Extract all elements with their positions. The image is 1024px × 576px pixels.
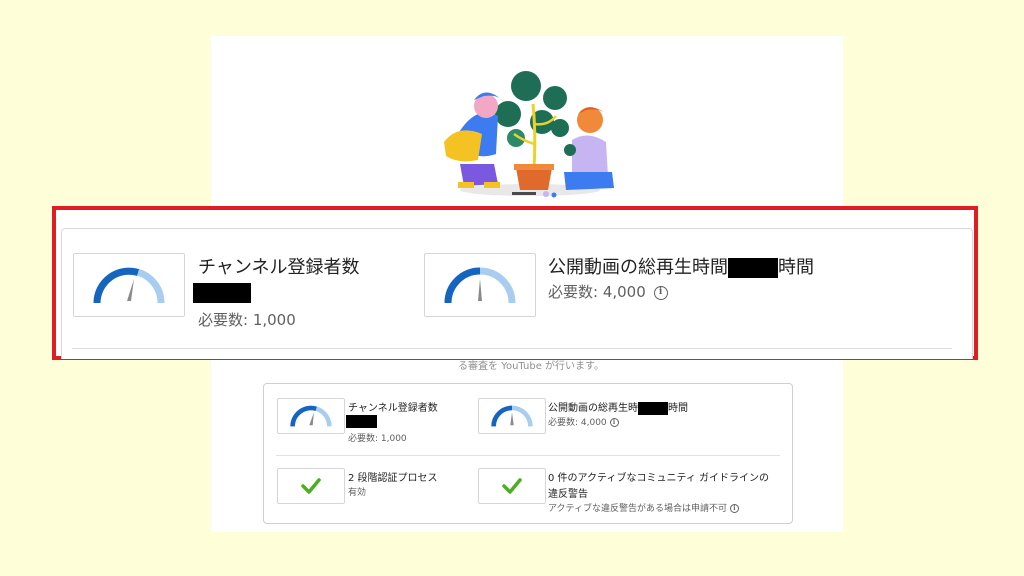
watch-hours-title-small: 公開動画の総再生時 時間 [548,399,688,415]
watch-hours-required: 必要数: 4,000 i [548,281,668,302]
subscribers-title: チャンネル登録者数 [198,257,360,278]
watch-hours-title-prefix: 公開動画の総再生時間 [548,257,728,278]
redacted-watch-hours [728,258,778,278]
info-icon[interactable]: i [653,285,668,300]
watch-hours-required-small: 必要数: 4,000 i [548,415,619,428]
watch-hours-required-text: 必要数: 4,000 [548,283,646,301]
info-icon[interactable]: i [729,504,739,513]
highlighted-requirements-callout: チャンネル登録者数 必要数: 1,000 公開動画の総再生時間 時間 必要数: 4… [52,206,978,360]
subscribers-required-small: 必要数: 1,000 [348,434,407,444]
two-step-check-box [277,468,345,504]
subscribers-gauge-box [73,253,185,317]
two-step-status: 有効 [348,488,367,498]
watch-hours-title: 公開動画の総再生時間 時間 [548,253,814,279]
watch-hours-required-text-small: 必要数: 4,000 [548,418,607,428]
people-with-plant-illustration [444,71,614,198]
info-icon[interactable]: i [609,418,619,427]
watch-hours-title-prefix-small: 公開動画の総再生時 [548,403,638,414]
review-note-partial: る審査を YouTube が行います。 [458,361,605,372]
check-icon [301,478,321,494]
redacted-subscriber-count [193,283,251,303]
redacted-watch-hours-small [638,401,668,415]
watch-hours-title-suffix-small: 時間 [668,403,688,414]
two-step-title: 2 段階認証プロセス [348,473,438,484]
community-guidelines-check-box [478,468,546,504]
check-icon [502,478,522,494]
gauge-icon [93,267,165,304]
subscribers-required: 必要数: 1,000 [198,311,296,329]
requirements-panel-zoomed: チャンネル登録者数 必要数: 1,000 公開動画の総再生時間 時間 必要数: 4… [61,228,973,359]
community-guidelines-note: アクティブな違反警告がある場合は申請不可 i [548,501,739,514]
gauge-icon [491,405,533,427]
gauge-icon [290,405,332,427]
community-guidelines-title-line2: 違反警告 [548,489,588,500]
subscribers-title-small: チャンネル登録者数 [348,403,438,414]
subscribers-gauge-box-small [277,398,345,434]
divider [276,455,780,456]
watch-hours-title-suffix: 時間 [778,257,814,278]
community-guidelines-note-text: アクティブな違反警告がある場合は申請不可 [548,504,728,514]
community-guidelines-title-line1: 0 件のアクティブなコミュニティ ガイドラインの [548,473,770,484]
watch-hours-gauge-box [424,253,536,317]
divider [72,348,952,349]
watch-hours-gauge-box-small [478,398,546,434]
gauge-icon [444,267,516,304]
redacted-subscriber-count-small [346,415,377,428]
requirements-card: チャンネル登録者数 必要数: 1,000 公開動画の総再生時 時間 必要数: 4,… [263,383,793,524]
